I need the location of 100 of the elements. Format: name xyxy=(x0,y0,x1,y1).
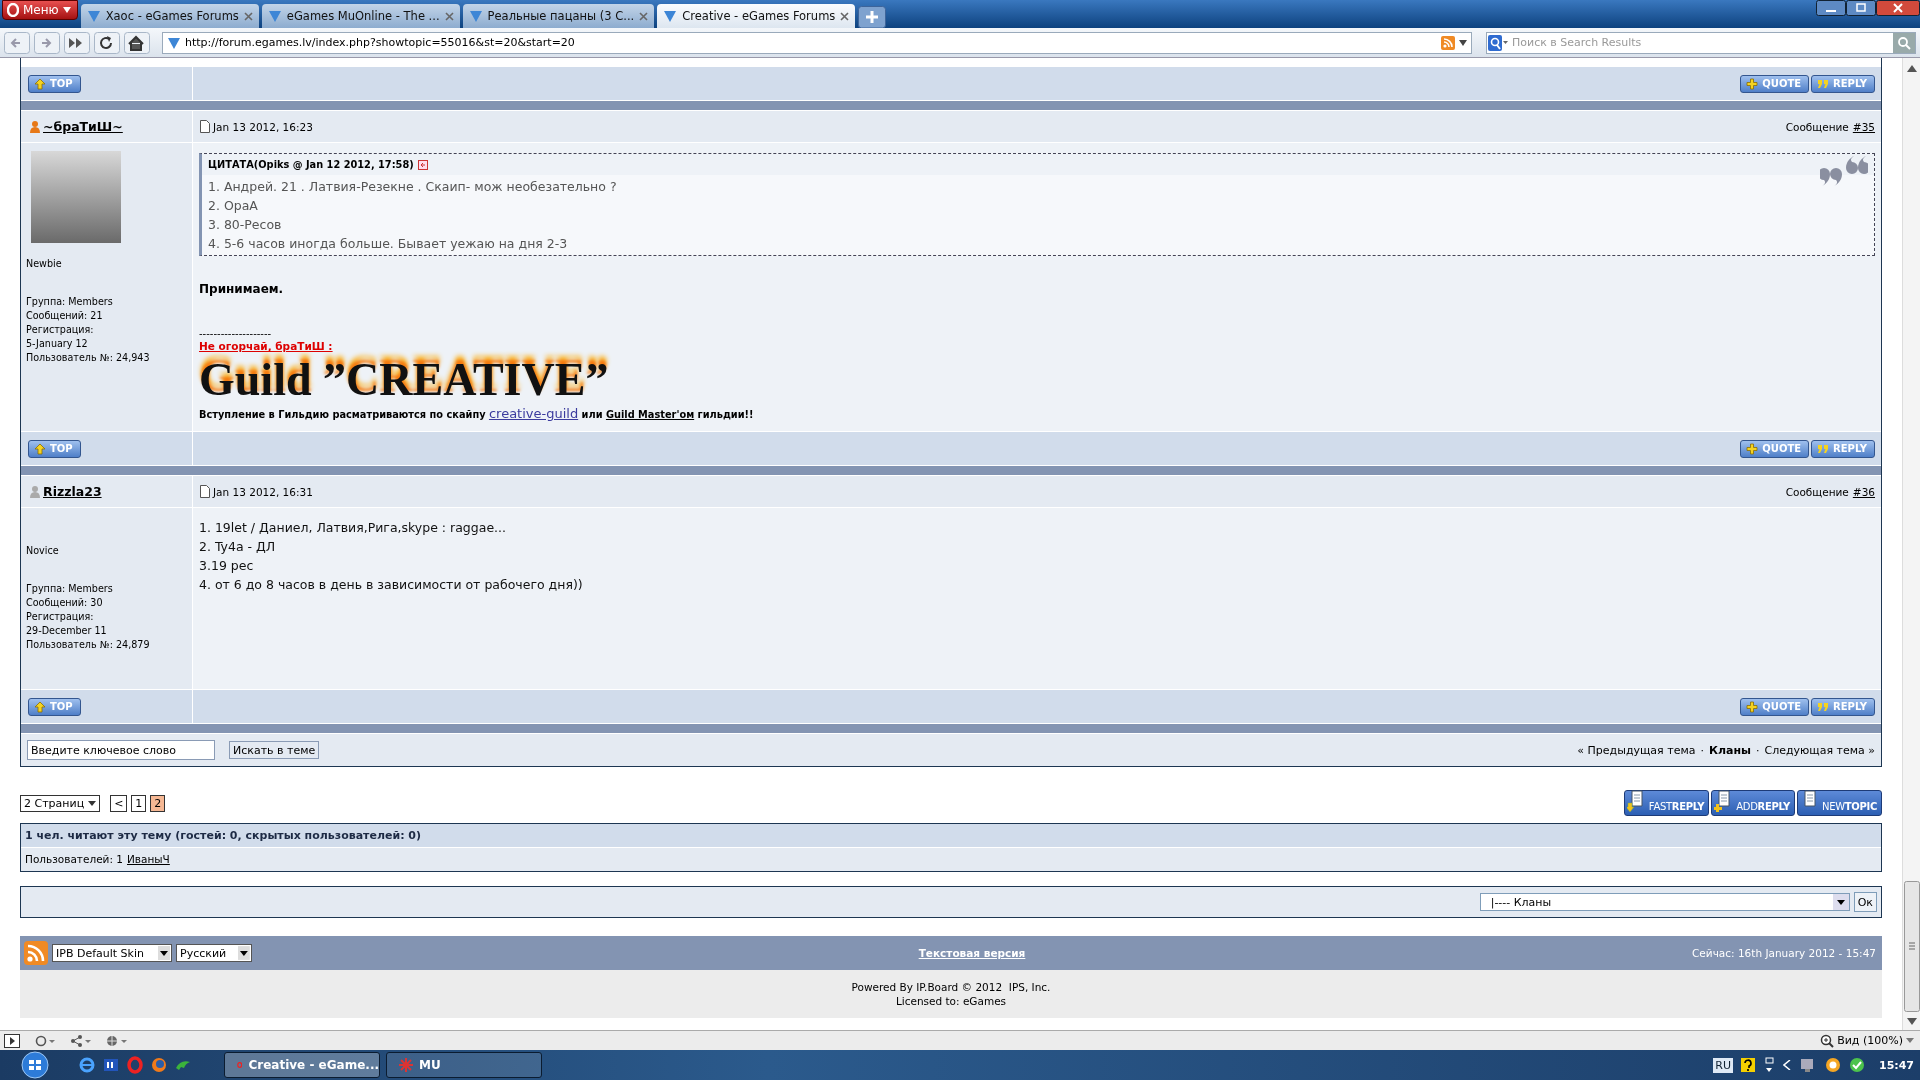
maximize-button[interactable] xyxy=(1846,0,1876,16)
browser-tab[interactable]: eGames MuOnline - The ... xyxy=(261,4,460,28)
pages-dropdown[interactable]: 2 Страниц xyxy=(20,794,101,812)
close-icon[interactable] xyxy=(444,11,454,21)
jump-icon[interactable] xyxy=(417,159,428,170)
language-indicator[interactable]: RU xyxy=(1713,1057,1733,1073)
browser-tab[interactable]: Creative - eGames Forums xyxy=(657,4,856,28)
close-icon[interactable] xyxy=(639,11,649,21)
topic-action-button[interactable]: NEWTOPIC xyxy=(1797,790,1882,816)
quote-text: 4. 5-6 часов иногда больше. Бывает уежаю на дня 2-3 xyxy=(208,235,569,253)
post-date: Jan 13 2012, 16:23 xyxy=(213,120,313,133)
home-button[interactable] xyxy=(124,31,150,54)
site-icon xyxy=(663,9,678,23)
plus-icon xyxy=(1746,442,1759,455)
signature-rule: -------------------- xyxy=(199,328,273,340)
site-icon xyxy=(267,9,282,23)
post-number-link[interactable]: #36 xyxy=(1852,485,1875,498)
powered-by-text: Powered By IP.Board © 2012 IPS, Inc. xyxy=(851,980,1051,994)
previous-page-link[interactable]: < xyxy=(110,794,128,812)
topic-link[interactable]: Следующая тема » xyxy=(1764,743,1875,757)
topic-link[interactable]: « Предыдущая тема xyxy=(1577,743,1696,757)
member-link[interactable]: Guild Master'ом xyxy=(605,409,695,420)
post-text: 2. Ty4a - ДЛ xyxy=(199,538,277,556)
plus-icon xyxy=(1746,77,1759,90)
page-link[interactable]: 1 xyxy=(131,794,147,812)
member-detail: Пользователь №: 24,943 xyxy=(26,351,151,365)
keyword-field[interactable]: Введите ключевое слово xyxy=(27,740,215,760)
member-detail: Сообщений: 30 xyxy=(26,596,104,610)
reload-button[interactable] xyxy=(94,31,120,54)
document-icon xyxy=(199,120,210,133)
caret-icon xyxy=(158,946,170,960)
post-number-link[interactable]: #35 xyxy=(1852,120,1875,133)
quote-header: ЦИТАТА(Opiks @ Jan 12 2012, 17:58) xyxy=(208,159,414,170)
caret-icon[interactable] xyxy=(1459,39,1467,46)
tray-app-icon[interactable] xyxy=(1825,1057,1841,1073)
member-detail: Группа: Members xyxy=(26,582,114,596)
site-icon xyxy=(86,9,101,23)
member-detail: Регистрация: xyxy=(26,323,95,337)
sync-icon[interactable] xyxy=(34,1034,56,1047)
media-icon[interactable] xyxy=(102,1056,120,1074)
site-icon xyxy=(468,9,483,23)
document-icon xyxy=(199,485,210,498)
panel-toggle-icon[interactable] xyxy=(4,1033,20,1048)
caret-icon xyxy=(1906,1038,1914,1043)
up-arrow-icon xyxy=(34,700,46,713)
member-detail: Пользователь №: 24,879 xyxy=(26,638,151,652)
caret-icon xyxy=(62,7,71,13)
close-icon[interactable] xyxy=(243,11,253,21)
start-button[interactable] xyxy=(18,1051,52,1079)
member-detail: Регистрация: xyxy=(26,610,95,624)
caret-icon xyxy=(238,946,250,960)
plus-icon xyxy=(1746,700,1759,713)
forum-link[interactable]: Кланы xyxy=(1708,743,1751,757)
close-button[interactable] xyxy=(1876,0,1920,16)
separator-dot: · xyxy=(1700,743,1704,757)
skin-dropdown[interactable]: IPB Default Skin xyxy=(52,944,172,962)
help-icon[interactable] xyxy=(1741,1058,1755,1072)
user-link[interactable]: ИваныЧ xyxy=(127,853,170,865)
forum-jump-dropdown[interactable]: |---- Кланы xyxy=(1479,893,1850,911)
chat-icon[interactable] xyxy=(1849,1057,1865,1073)
member-detail: 29-December 11 xyxy=(26,624,108,638)
minimize-button[interactable] xyxy=(1816,0,1846,16)
post-date: Jan 13 2012, 16:31 xyxy=(213,485,313,498)
skype-link[interactable]: creative-guild xyxy=(488,406,579,421)
fast-forward-button[interactable] xyxy=(64,31,90,54)
menu-button[interactable]: Меню xyxy=(2,0,78,20)
post-text: 1. 19let / Даниел, Латвия,Рига,skype : raggae... xyxy=(199,519,507,537)
topic-action-button[interactable]: ADDREPLY xyxy=(1711,790,1795,816)
show-hidden-icon[interactable] xyxy=(1783,1060,1791,1070)
zoom-control[interactable]: Вид (100%) xyxy=(1820,1033,1914,1048)
document-plus-icon xyxy=(1714,790,1733,812)
topic-action-button[interactable]: FASTREPLY xyxy=(1623,790,1710,816)
close-icon[interactable] xyxy=(840,11,850,21)
document-arrow-icon xyxy=(1626,790,1645,812)
new-tab-button[interactable] xyxy=(858,6,887,28)
page-link[interactable]: 2 xyxy=(150,794,166,812)
post-text: 3.19 рес xyxy=(199,557,255,575)
share-icon[interactable] xyxy=(70,1034,92,1047)
ok-button[interactable]: Ок xyxy=(1853,892,1877,912)
search-engine-icon[interactable] xyxy=(1487,33,1509,52)
author-link[interactable]: ~браТиШ~ xyxy=(43,119,123,134)
search-topic-button[interactable]: Искать в теме xyxy=(229,741,320,759)
browser-tab[interactable]: Хаос - eGames Forums xyxy=(80,4,259,28)
active-users-title: 1 чел. читают эту тему (гостей: 0, скрытых пользователей: 0) xyxy=(21,824,1881,847)
taskbar-button[interactable]: Creative - eGame... xyxy=(224,1052,380,1078)
browser-tab[interactable]: Реальные пацаны (3 С... xyxy=(462,4,655,28)
address-field[interactable]: http://forum.egames.lv/index.php?showtopic=55016&st=20&start=20 xyxy=(162,31,1472,54)
network-icon[interactable] xyxy=(1763,1057,1775,1073)
language-dropdown[interactable]: Русский xyxy=(176,944,252,962)
member-detail: Сообщений: 21 xyxy=(26,309,104,323)
scroll-down-arrow-icon[interactable] xyxy=(1906,1018,1917,1026)
rss-icon[interactable] xyxy=(24,941,48,965)
signature-link[interactable]: Не огорчай, браТиШ : xyxy=(199,340,1875,352)
scroll-up-arrow-icon[interactable] xyxy=(1906,64,1917,72)
author-link[interactable]: Rizzla23 xyxy=(43,484,102,499)
quote-mark-icon xyxy=(1817,77,1830,90)
scrollbar-thumb[interactable] xyxy=(1903,881,1920,1012)
back-button[interactable] xyxy=(4,31,30,54)
globe-icon[interactable] xyxy=(106,1034,128,1047)
taskbar-button[interactable]: MU xyxy=(386,1052,542,1078)
